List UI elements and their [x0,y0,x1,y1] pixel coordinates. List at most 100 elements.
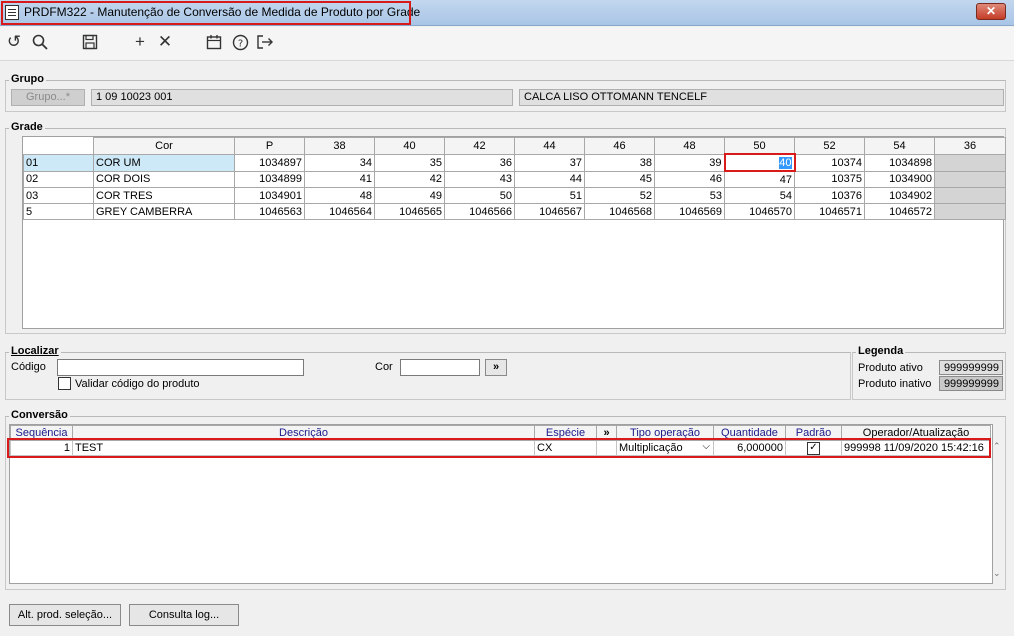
grade-cell[interactable]: 52 [584,187,655,204]
grade-cell[interactable] [934,203,1006,220]
grade-header[interactable]: 46 [584,137,655,155]
add-icon[interactable]: + [129,31,151,53]
grade-cell[interactable]: 50 [444,187,515,204]
grupo-description-field[interactable]: CALCA LISO OTTOMANN TENCELF [519,89,1004,106]
grade-cell[interactable]: 45 [584,170,655,188]
grade-cell[interactable]: 02 [23,170,94,188]
grade-cell[interactable]: 51 [514,187,585,204]
grade-cell[interactable]: 38 [584,153,655,172]
grade-header[interactable]: 44 [514,137,585,155]
grade-header-row: Cor P 38 40 42 44 46 48 50 52 54 36 [23,137,1006,155]
produto-ativo-sample: 999999999 [939,360,1003,375]
grade-cell[interactable]: 10375 [794,170,865,188]
grade-cell[interactable]: 53 [654,187,725,204]
grade-row[interactable]: 01 COR UM 1034897 34 35 36 37 38 39 40 1… [23,153,1006,172]
scroll-up-icon[interactable]: ⌃ [993,441,1001,452]
grade-cell[interactable]: 1046571 [794,203,865,220]
grade-cell[interactable]: 1046567 [514,203,585,220]
grade-cell[interactable]: 1046569 [654,203,725,220]
grade-header[interactable]: 42 [444,137,515,155]
grade-cell[interactable]: 1046572 [864,203,935,220]
save-icon[interactable] [79,31,101,53]
grade-cell[interactable]: 1034901 [234,187,305,204]
cor-search-button[interactable]: » [485,359,507,376]
grupo-button[interactable]: Grupo...* [11,89,85,106]
grade-cell[interactable]: 36 [444,153,515,172]
grade-cell[interactable]: 49 [374,187,445,204]
grade-header[interactable]: 48 [654,137,725,155]
grade-cell[interactable]: 54 [724,187,795,204]
validar-checkbox[interactable] [58,377,71,390]
codigo-label: Código [11,361,46,373]
grade-cell[interactable]: 37 [514,153,585,172]
grade-cell[interactable] [934,153,1006,172]
svg-text:?: ? [237,39,242,50]
grade-cell[interactable]: 46 [654,170,725,188]
grade-cell[interactable]: 1034902 [864,187,935,204]
exit-icon[interactable] [254,31,276,53]
delete-icon[interactable]: ✕ [154,31,176,53]
calendar-icon[interactable] [203,31,225,53]
grade-header[interactable]: 52 [794,137,865,155]
close-button[interactable]: ✕ [976,3,1006,20]
title-highlight [1,1,411,25]
grade-cell[interactable]: 42 [374,170,445,188]
grade-cell[interactable]: 43 [444,170,515,188]
scroll-down-icon[interactable]: ⌄ [993,568,1001,579]
grade-cell-active[interactable]: 40 [723,153,796,172]
grade-grid[interactable]: Cor P 38 40 42 44 46 48 50 52 54 36 01 C… [22,136,1006,329]
grupo-title: Grupo [9,73,46,85]
grade-cell[interactable]: 1046566 [444,203,515,220]
grade-cell[interactable]: 5 [23,203,94,220]
search-icon[interactable] [29,31,51,53]
grade-cell[interactable]: 1034897 [234,153,305,172]
grade-cell-selected-text: 40 [779,156,792,169]
grade-title: Grade [9,121,45,133]
cor-input[interactable] [400,359,480,376]
grade-row[interactable]: 5 GREY CAMBERRA 1046563 1046564 1046565 … [23,203,1006,220]
grade-cell[interactable]: 1034900 [864,170,935,188]
grade-cell[interactable]: COR UM [93,153,235,172]
grade-cell[interactable] [934,187,1006,204]
grade-cell[interactable]: 1034898 [864,153,935,172]
alt-prod-selecao-button[interactable]: Alt. prod. seleção... [9,604,121,626]
undo-icon[interactable]: ↺ [3,31,25,53]
grade-row[interactable]: 03 COR TRES 1034901 48 49 50 51 52 53 54… [23,187,1006,204]
grupo-code-field[interactable]: 1 09 10023 001 [91,89,513,106]
grade-cell[interactable]: 35 [374,153,445,172]
grade-cell[interactable]: 47 [724,170,795,188]
grade-cell[interactable]: 1046568 [584,203,655,220]
grade-header[interactable]: 38 [304,137,375,155]
consulta-log-button[interactable]: Consulta log... [129,604,239,626]
grade-header[interactable]: 40 [374,137,445,155]
grade-cell[interactable] [934,170,1006,188]
grade-cell[interactable]: 41 [304,170,375,188]
grade-cell[interactable]: 1046563 [234,203,305,220]
grade-cell[interactable]: COR DOIS [93,170,235,188]
grade-cell[interactable]: 1046564 [304,203,375,220]
grade-cell[interactable]: 01 [23,153,94,172]
grade-header[interactable]: 50 [724,137,795,155]
grade-cell[interactable]: 10374 [794,153,865,172]
grade-header[interactable]: 36 [934,137,1006,155]
grade-cell[interactable]: 10376 [794,187,865,204]
grade-row[interactable]: 02 COR DOIS 1034899 41 42 43 44 45 46 47… [23,170,1006,188]
grade-cell[interactable]: 03 [23,187,94,204]
grade-cell[interactable]: 39 [654,153,725,172]
produto-inativo-sample: 999999999 [939,376,1003,391]
grade-cell[interactable]: 1034899 [234,170,305,188]
help-icon[interactable]: ? [229,31,251,53]
produto-ativo-label: Produto ativo [858,362,923,374]
grade-cell[interactable]: 44 [514,170,585,188]
grade-cell[interactable]: GREY CAMBERRA [93,203,235,220]
grade-header[interactable]: 54 [864,137,935,155]
grade-cell[interactable]: 1046565 [374,203,445,220]
produto-inativo-label: Produto inativo [858,378,932,390]
grade-cell[interactable]: COR TRES [93,187,235,204]
grade-cell[interactable]: 48 [304,187,375,204]
grade-cell[interactable]: 34 [304,153,375,172]
grade-header[interactable]: Cor [93,137,235,155]
codigo-input[interactable] [57,359,304,376]
grade-header[interactable]: P [234,137,305,155]
grade-cell[interactable]: 1046570 [724,203,795,220]
